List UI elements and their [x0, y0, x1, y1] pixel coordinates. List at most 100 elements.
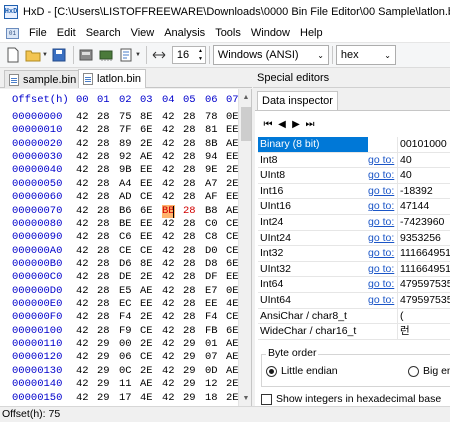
hex-byte[interactable]: 2E	[140, 271, 153, 284]
hex-byte[interactable]: EE	[140, 218, 153, 231]
hex-byte[interactable]: 18	[205, 392, 218, 405]
hex-byte[interactable]: 28	[183, 111, 196, 124]
hex-byte[interactable]: 94	[205, 151, 218, 164]
hex-byte[interactable]: EE	[140, 164, 153, 177]
inspector-value[interactable]: 9353256	[397, 230, 450, 246]
hex-byte[interactable]: 6E	[140, 124, 153, 137]
hex-row[interactable]: 000000A04228CECE4228D0CE4	[0, 245, 251, 258]
goto-link[interactable]: go to:	[368, 293, 394, 308]
hex-byte[interactable]: 17	[119, 392, 132, 405]
hex-byte[interactable]: 42	[76, 311, 89, 324]
hex-byte[interactable]: 0E	[226, 285, 239, 298]
hex-byte[interactable]: 42	[76, 124, 89, 137]
hex-row[interactable]: 000000704228B66EBB28B8AE4	[0, 204, 251, 218]
hex-byte[interactable]: 28	[97, 231, 110, 244]
hex-byte[interactable]: 28	[183, 124, 196, 137]
hex-byte[interactable]: 7F	[119, 124, 132, 137]
menu-tools[interactable]: Tools	[210, 24, 246, 43]
inspector-row[interactable]: Int24 go to: -7423960	[258, 214, 450, 231]
hex-file-icon[interactable]: 01	[6, 27, 19, 39]
hex-byte[interactable]: 28	[97, 325, 110, 338]
big-endian-radio[interactable]: Big end	[408, 365, 450, 377]
inspector-row[interactable]: Int32 go to:1116649512	[258, 246, 450, 262]
hex-byte[interactable]: 42	[76, 298, 89, 311]
inspector-row[interactable]: UInt32 go to:1116649512	[258, 261, 450, 278]
hex-byte[interactable]: AE	[226, 205, 239, 218]
hex-byte[interactable]: 28	[97, 311, 110, 324]
inspector-value[interactable]: -7423960	[397, 214, 450, 230]
hex-byte[interactable]: 2E	[226, 178, 239, 191]
inspector-value[interactable]: 40	[397, 168, 450, 184]
hex-byte[interactable]: 29	[97, 338, 110, 351]
hex-byte[interactable]: 42	[162, 378, 175, 391]
hex-byte[interactable]: 42	[162, 351, 175, 364]
hex-row[interactable]: 000000004228758E4228780E4	[0, 111, 251, 124]
hex-byte[interactable]: EE	[140, 298, 153, 311]
memory-button[interactable]	[97, 46, 115, 64]
hex-row[interactable]: 000001004228F9CE4228FB6E4	[0, 325, 251, 338]
hex-byte[interactable]: 28	[97, 285, 110, 298]
hex-byte[interactable]: 28	[97, 205, 110, 218]
hex-byte[interactable]: 28	[97, 111, 110, 124]
hex-row[interactable]: 000000904228C6EE4228C8CE4	[0, 231, 251, 244]
spin-arrows-icon[interactable]: ▲ ▼	[198, 47, 205, 63]
hex-byte[interactable]: 29	[183, 378, 196, 391]
hex-byte[interactable]: 29	[97, 392, 110, 405]
hex-byte[interactable]: 29	[97, 365, 110, 378]
inspector-value[interactable]: 4795975353	[397, 277, 450, 293]
hex-byte[interactable]: 8E	[140, 258, 153, 271]
goto-link[interactable]: go to:	[368, 199, 394, 214]
hex-byte[interactable]: A4	[119, 178, 132, 191]
hex-byte[interactable]: FB	[205, 325, 218, 338]
hex-byte[interactable]: 42	[76, 285, 89, 298]
hex-byte[interactable]: 89	[119, 138, 132, 151]
hex-byte[interactable]: 42	[76, 338, 89, 351]
new-file-button[interactable]	[4, 46, 22, 64]
hex-byte[interactable]: 29	[183, 392, 196, 405]
hex-byte[interactable]: 28	[97, 191, 110, 204]
hex-byte[interactable]: 42	[162, 392, 175, 405]
hex-byte[interactable]: 06	[119, 351, 132, 364]
save-button[interactable]	[50, 46, 68, 64]
hex-byte[interactable]: 78	[205, 111, 218, 124]
hex-byte[interactable]: 42	[76, 365, 89, 378]
hex-byte[interactable]: 42	[162, 124, 175, 137]
hex-byte[interactable]: 8E	[140, 111, 153, 124]
hex-byte[interactable]: 0C	[119, 365, 132, 378]
hex-row[interactable]: 000000804228BEEE4228C0CE4	[0, 218, 251, 231]
hex-row[interactable]: 00000120422906CE422907AE4	[0, 351, 251, 364]
menu-edit[interactable]: Edit	[52, 24, 81, 43]
hex-byte[interactable]: 29	[183, 365, 196, 378]
hex-byte[interactable]: 29	[97, 378, 110, 391]
hex-byte[interactable]: 42	[162, 271, 175, 284]
hex-byte[interactable]: EE	[140, 178, 153, 191]
hex-row[interactable]: 000000D04228E5AE4228E70E4	[0, 285, 251, 298]
hex-byte[interactable]: 42	[76, 205, 89, 218]
hex-byte[interactable]: 28	[97, 138, 110, 151]
hex-byte[interactable]: 28	[183, 164, 196, 177]
charset-select[interactable]: Windows (ANSI) ⌄	[212, 45, 329, 65]
hex-byte[interactable]: D8	[205, 258, 218, 271]
hex-byte[interactable]: 28	[97, 218, 110, 231]
goto-link[interactable]: go to:	[368, 168, 394, 183]
hex-byte[interactable]: CE	[140, 351, 153, 364]
hex-byte[interactable]: 42	[162, 191, 175, 204]
hex-byte[interactable]: 28	[97, 298, 110, 311]
hex-byte[interactable]: CE	[226, 218, 239, 231]
hex-byte[interactable]: C0	[205, 218, 218, 231]
hex-byte[interactable]: 28	[97, 271, 110, 284]
hex-byte[interactable]: 2E	[140, 138, 153, 151]
hex-byte[interactable]: EE	[140, 231, 153, 244]
view-dropdown-icon[interactable]: ▼	[135, 52, 141, 58]
hex-byte[interactable]: 42	[76, 191, 89, 204]
inspector-row[interactable]: UInt8 go to: 40	[258, 168, 450, 184]
hex-byte[interactable]: EE	[226, 271, 239, 284]
hex-byte[interactable]: 9E	[205, 164, 218, 177]
goto-link[interactable]: go to:	[368, 277, 394, 292]
hex-byte[interactable]: CE	[140, 245, 153, 258]
goto-link[interactable]: go to:	[368, 215, 394, 230]
hex-byte[interactable]: 28	[183, 245, 196, 258]
hex-byte[interactable]: 28	[183, 271, 196, 284]
goto-link[interactable]: go to:	[368, 246, 394, 261]
hex-byte[interactable]: 42	[76, 325, 89, 338]
